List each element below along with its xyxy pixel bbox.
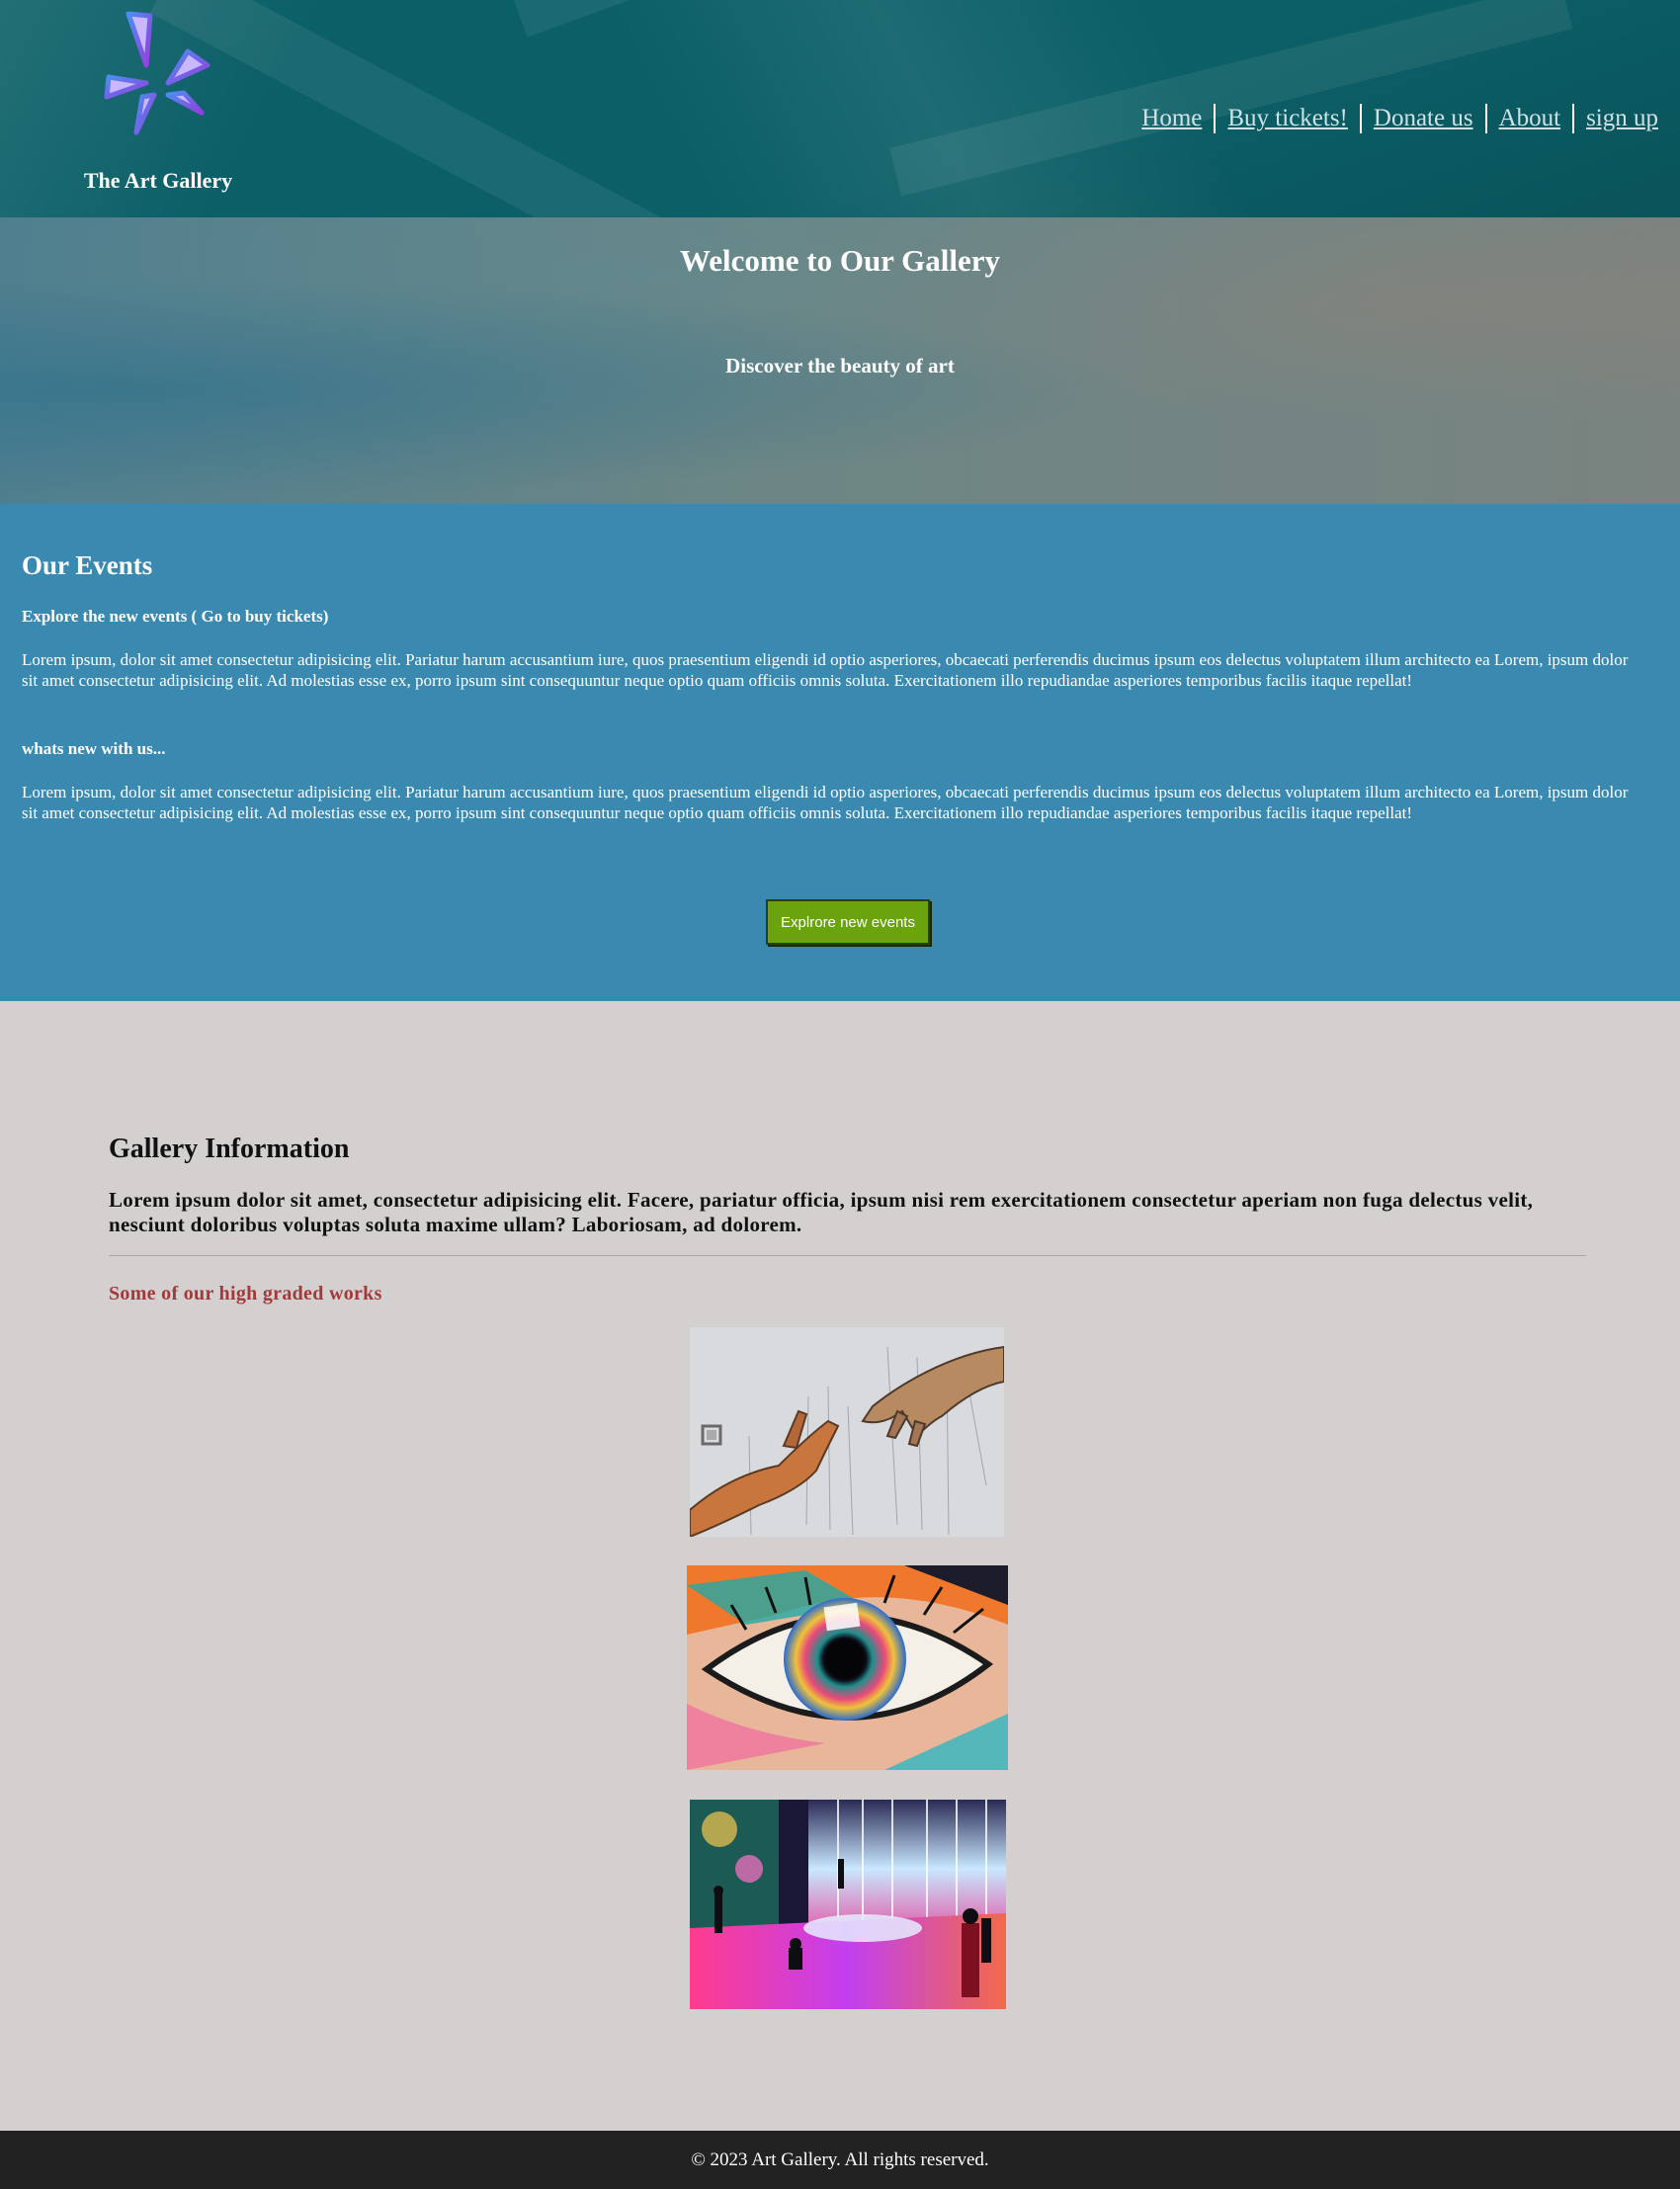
nav-link-about[interactable]: About [1487,104,1575,133]
nav-link-sign-up[interactable]: sign up [1574,104,1658,133]
divider [109,1255,1586,1256]
main-nav: Home Buy tickets! Donate us About sign u… [1130,104,1658,133]
gallery-info-section: Gallery Information Lorem ipsum dolor si… [0,1001,1680,2131]
works-title: Some of our high graded works [109,1283,382,1305]
copyright-text: © 2023 Art Gallery. All rights reserved. [691,2149,989,2170]
nav-link-buy-tickets[interactable]: Buy tickets! [1216,104,1362,133]
brand-name: The Art Gallery [83,168,233,193]
site-header: The Art Gallery Home Buy tickets! Donate… [0,0,1680,217]
site-footer: © 2023 Art Gallery. All rights reserved. [0,2131,1680,2189]
hands-sketch-artwork [690,1327,1004,1537]
hero-title: Welcome to Our Gallery [680,243,1000,278]
events-subtitle-buy: Explore the new events ( Go to buy ticke… [22,607,329,626]
flower-logo-icon[interactable] [99,6,217,140]
events-section: Our Events Explore the new events ( Go t… [0,504,1680,1001]
events-title: Our Events [22,550,153,580]
header-decoration [889,0,1573,197]
nav-link-donate[interactable]: Donate us [1362,104,1487,133]
gallery-lead-text: Lorem ipsum dolor sit amet, consectetur … [109,1188,1534,1236]
hero-banner: Welcome to Our Gallery Discover the beau… [0,217,1680,504]
digital-waterfall-installation-artwork [690,1800,1006,2009]
events-paragraph: Lorem ipsum, dolor sit amet consectetur … [22,783,1629,822]
nav-link-home[interactable]: Home [1130,104,1217,133]
gallery-title: Gallery Information [109,1134,350,1164]
events-paragraph: Lorem ipsum, dolor sit amet consectetur … [22,650,1629,690]
header-decoration [514,0,1085,38]
events-subtitle-new: whats new with us... [22,739,166,758]
hero-subtitle: Discover the beauty of art [725,354,955,378]
explore-events-button[interactable]: Explrore new events [766,899,930,945]
colorful-eye-artwork [687,1565,1008,1770]
